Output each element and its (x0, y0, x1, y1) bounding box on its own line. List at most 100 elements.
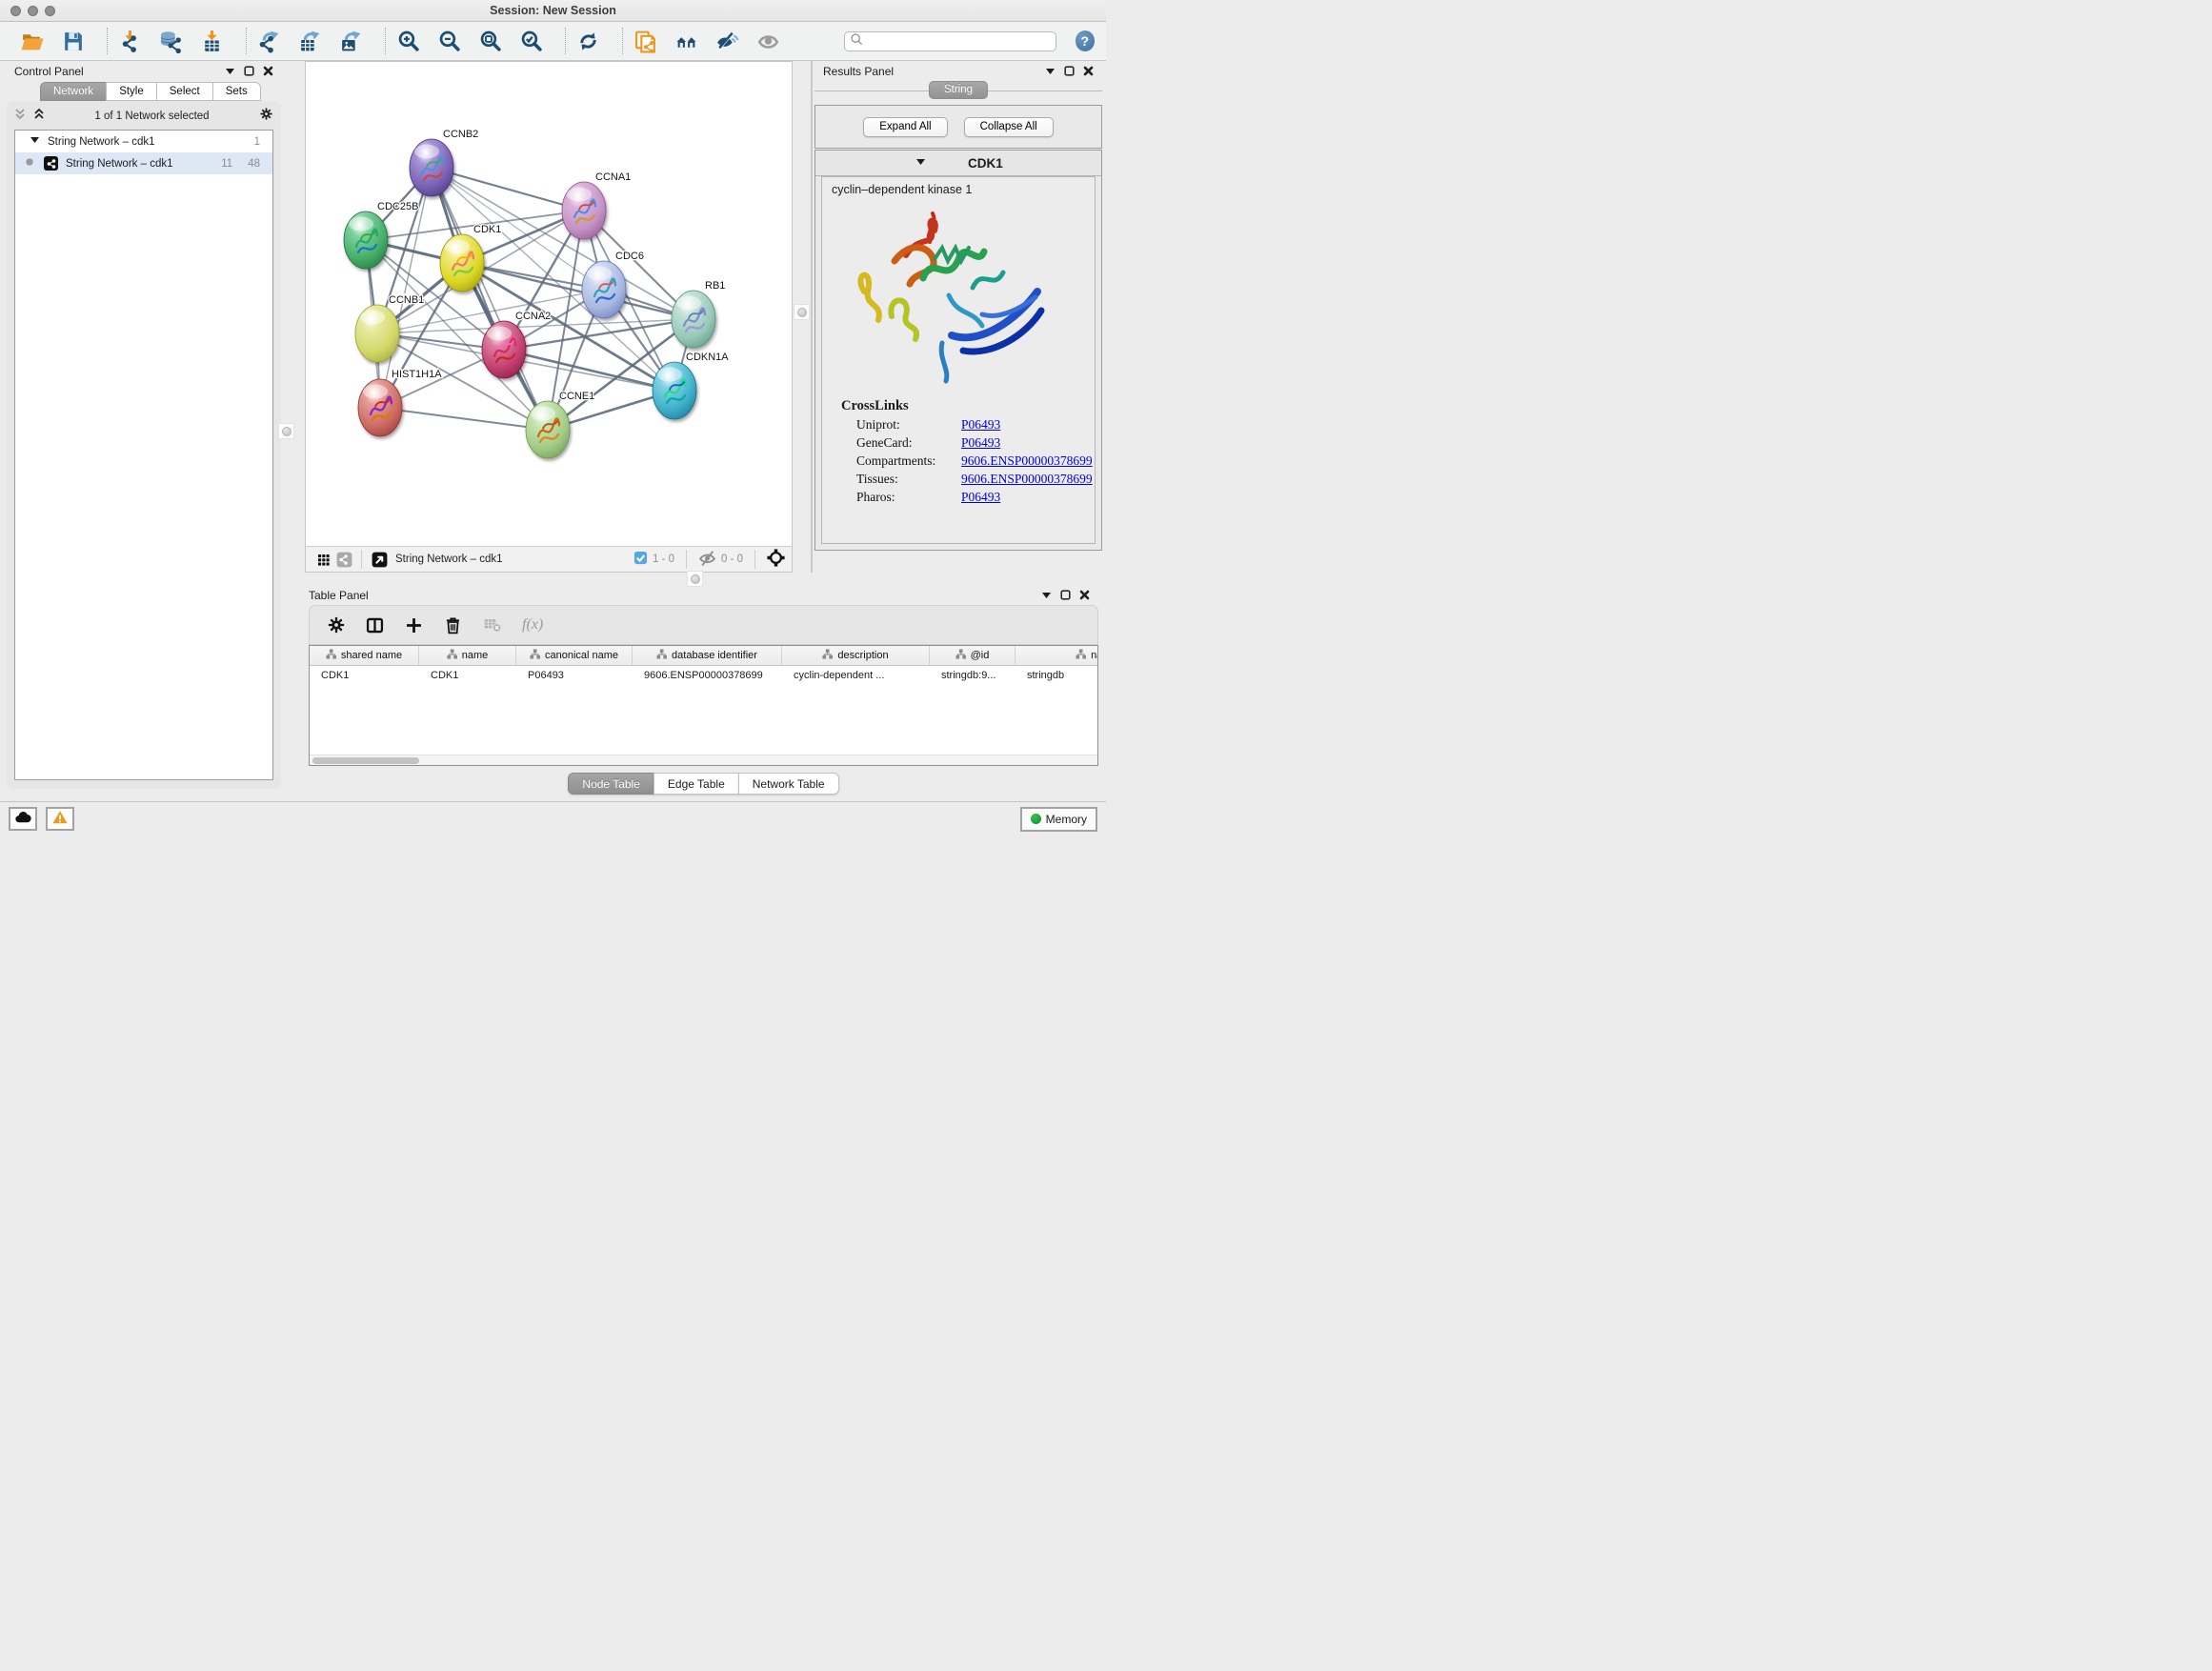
tab-network-table[interactable]: Network Table (738, 773, 839, 795)
network-graph-canvas[interactable]: CCNB2CCNA1CDC25BCDK1CDC6RB1CCNB1CCNA2CDK… (306, 62, 792, 546)
add-plus-icon[interactable] (404, 615, 424, 635)
network-row[interactable]: String Network – cdk1 11 48 (15, 152, 272, 174)
cloud-button[interactable] (9, 807, 37, 831)
column-header-id[interactable]: @id (930, 646, 1016, 665)
network-overview-share-icon[interactable] (333, 550, 354, 569)
column-header-description[interactable]: description (782, 646, 930, 665)
zoom-fit-icon[interactable] (475, 27, 504, 55)
crosslink-link[interactable]: P06493 (961, 490, 1000, 505)
export-network-icon[interactable] (254, 27, 283, 55)
gear-icon[interactable] (327, 615, 346, 634)
tab-network[interactable]: Network (40, 82, 107, 101)
table-cell[interactable]: P06493 (516, 666, 633, 686)
control-panel-menu-icon[interactable] (225, 67, 235, 76)
refresh-icon[interactable] (573, 27, 602, 55)
node-CCNB1[interactable] (355, 305, 399, 362)
help-button[interactable]: ? (1076, 30, 1095, 51)
memory-button[interactable]: Memory (1020, 807, 1097, 832)
warnings-button[interactable] (46, 807, 74, 831)
search-input[interactable] (862, 35, 1051, 47)
table-cell[interactable]: 9606.ENSP00000378699 (633, 666, 782, 686)
node-CDC25B[interactable] (344, 211, 388, 269)
control-panel-float-icon[interactable] (244, 66, 254, 76)
zoom-in-icon[interactable] (393, 27, 422, 55)
node-CCNA1[interactable] (562, 182, 606, 239)
network-documents-icon[interactable] (631, 27, 659, 55)
tab-node-table[interactable]: Node Table (568, 773, 654, 795)
open-folder-icon[interactable] (17, 27, 46, 55)
import-network-icon[interactable] (115, 27, 144, 55)
import-database-icon[interactable] (156, 27, 185, 55)
node-CDKN1A[interactable] (653, 362, 696, 419)
canvas-results-splitter-handle[interactable] (794, 304, 810, 320)
hidden-eye-icon[interactable] (698, 549, 716, 570)
table-cell[interactable]: CDK1 (419, 666, 516, 686)
column-header-databaseidentifier[interactable]: database identifier (633, 646, 782, 665)
eye-waves-icon[interactable] (713, 27, 741, 55)
trash-icon[interactable] (443, 615, 463, 635)
table-cell[interactable]: cyclin-dependent ... (782, 666, 930, 686)
table-panel-menu-icon[interactable] (1041, 591, 1052, 600)
scrollbar-thumb[interactable] (312, 757, 419, 764)
results-panel-float-icon[interactable] (1064, 66, 1075, 76)
node-CDK1[interactable] (440, 234, 484, 292)
selected-checkbox-icon[interactable] (633, 551, 648, 568)
entry-header[interactable]: CDK1 (815, 151, 1101, 176)
houses-icon[interactable] (672, 27, 700, 55)
zoom-out-icon[interactable] (434, 27, 463, 55)
export-image-icon[interactable] (336, 27, 365, 55)
canvas-results-splitter[interactable] (793, 61, 813, 573)
import-table-icon[interactable] (197, 27, 226, 55)
network-collection-row[interactable]: String Network – cdk1 1 (15, 131, 272, 152)
grid-view-icon[interactable] (312, 550, 333, 569)
column-header-sharedname[interactable]: shared name (310, 646, 419, 665)
results-panel-menu-icon[interactable] (1045, 67, 1056, 76)
columns-icon[interactable] (365, 615, 385, 635)
canvas-table-splitter[interactable] (292, 573, 1106, 585)
left-splitter-handle[interactable] (278, 423, 294, 439)
tab-style[interactable]: Style (106, 82, 157, 101)
crosslink-link[interactable]: 9606.ENSP00000378699 (961, 453, 1093, 469)
collapse-all-button[interactable]: Collapse All (964, 117, 1054, 137)
table-panel-close-icon[interactable] (1079, 590, 1090, 600)
control-panel-close-icon[interactable] (263, 66, 273, 76)
collection-expander-icon[interactable] (30, 135, 40, 148)
node-RB1[interactable] (672, 291, 715, 348)
edge-ccnb2-ccne1[interactable] (432, 168, 548, 430)
left-splitter[interactable] (282, 61, 292, 801)
entry-expander-icon[interactable] (915, 154, 926, 171)
tab-sets[interactable]: Sets (212, 82, 261, 101)
table-cell[interactable]: stringdb (1016, 666, 1098, 686)
edge-hist1h1a-ccne1[interactable] (380, 408, 548, 430)
crosslink-link[interactable]: P06493 (961, 417, 1000, 433)
expand-all-networks-icon[interactable] (33, 108, 45, 125)
table-horizontal-scrollbar[interactable] (310, 755, 1097, 765)
fit-selected-crosshair-icon[interactable] (767, 549, 785, 570)
expand-all-button[interactable]: Expand All (863, 117, 947, 137)
collapse-all-networks-icon[interactable] (14, 108, 26, 125)
node-CCNB2[interactable] (410, 139, 453, 196)
crosslink-link[interactable]: 9606.ENSP00000378699 (961, 472, 1093, 487)
node-HIST1H1A[interactable] (358, 379, 402, 436)
table-cell[interactable]: CDK1 (310, 666, 419, 686)
canvas-table-splitter-handle[interactable] (687, 571, 703, 587)
zoom-selected-icon[interactable] (516, 27, 545, 55)
node-CDC6[interactable] (582, 261, 626, 318)
tab-edge-table[interactable]: Edge Table (654, 773, 739, 795)
eye-icon[interactable] (754, 27, 782, 55)
table-cell[interactable]: stringdb:9... (930, 666, 1016, 686)
node-CCNA2[interactable] (482, 321, 526, 378)
table-panel-float-icon[interactable] (1060, 590, 1071, 600)
tab-string[interactable]: String (929, 81, 988, 99)
save-icon[interactable] (58, 27, 87, 55)
network-options-gear-icon[interactable] (259, 107, 273, 126)
export-table-icon[interactable] (295, 27, 324, 55)
birds-eye-view-icon[interactable] (369, 550, 390, 569)
column-header-canonicalname[interactable]: canonical name (516, 646, 633, 665)
tab-select[interactable]: Select (156, 82, 213, 101)
node-CCNE1[interactable] (526, 401, 570, 458)
crosslink-link[interactable]: P06493 (961, 435, 1000, 451)
column-header-namespace[interactable]: namespace (1016, 646, 1098, 665)
results-panel-close-icon[interactable] (1083, 66, 1094, 76)
table-row[interactable]: CDK1CDK1P064939606.ENSP00000378699cyclin… (310, 666, 1098, 686)
